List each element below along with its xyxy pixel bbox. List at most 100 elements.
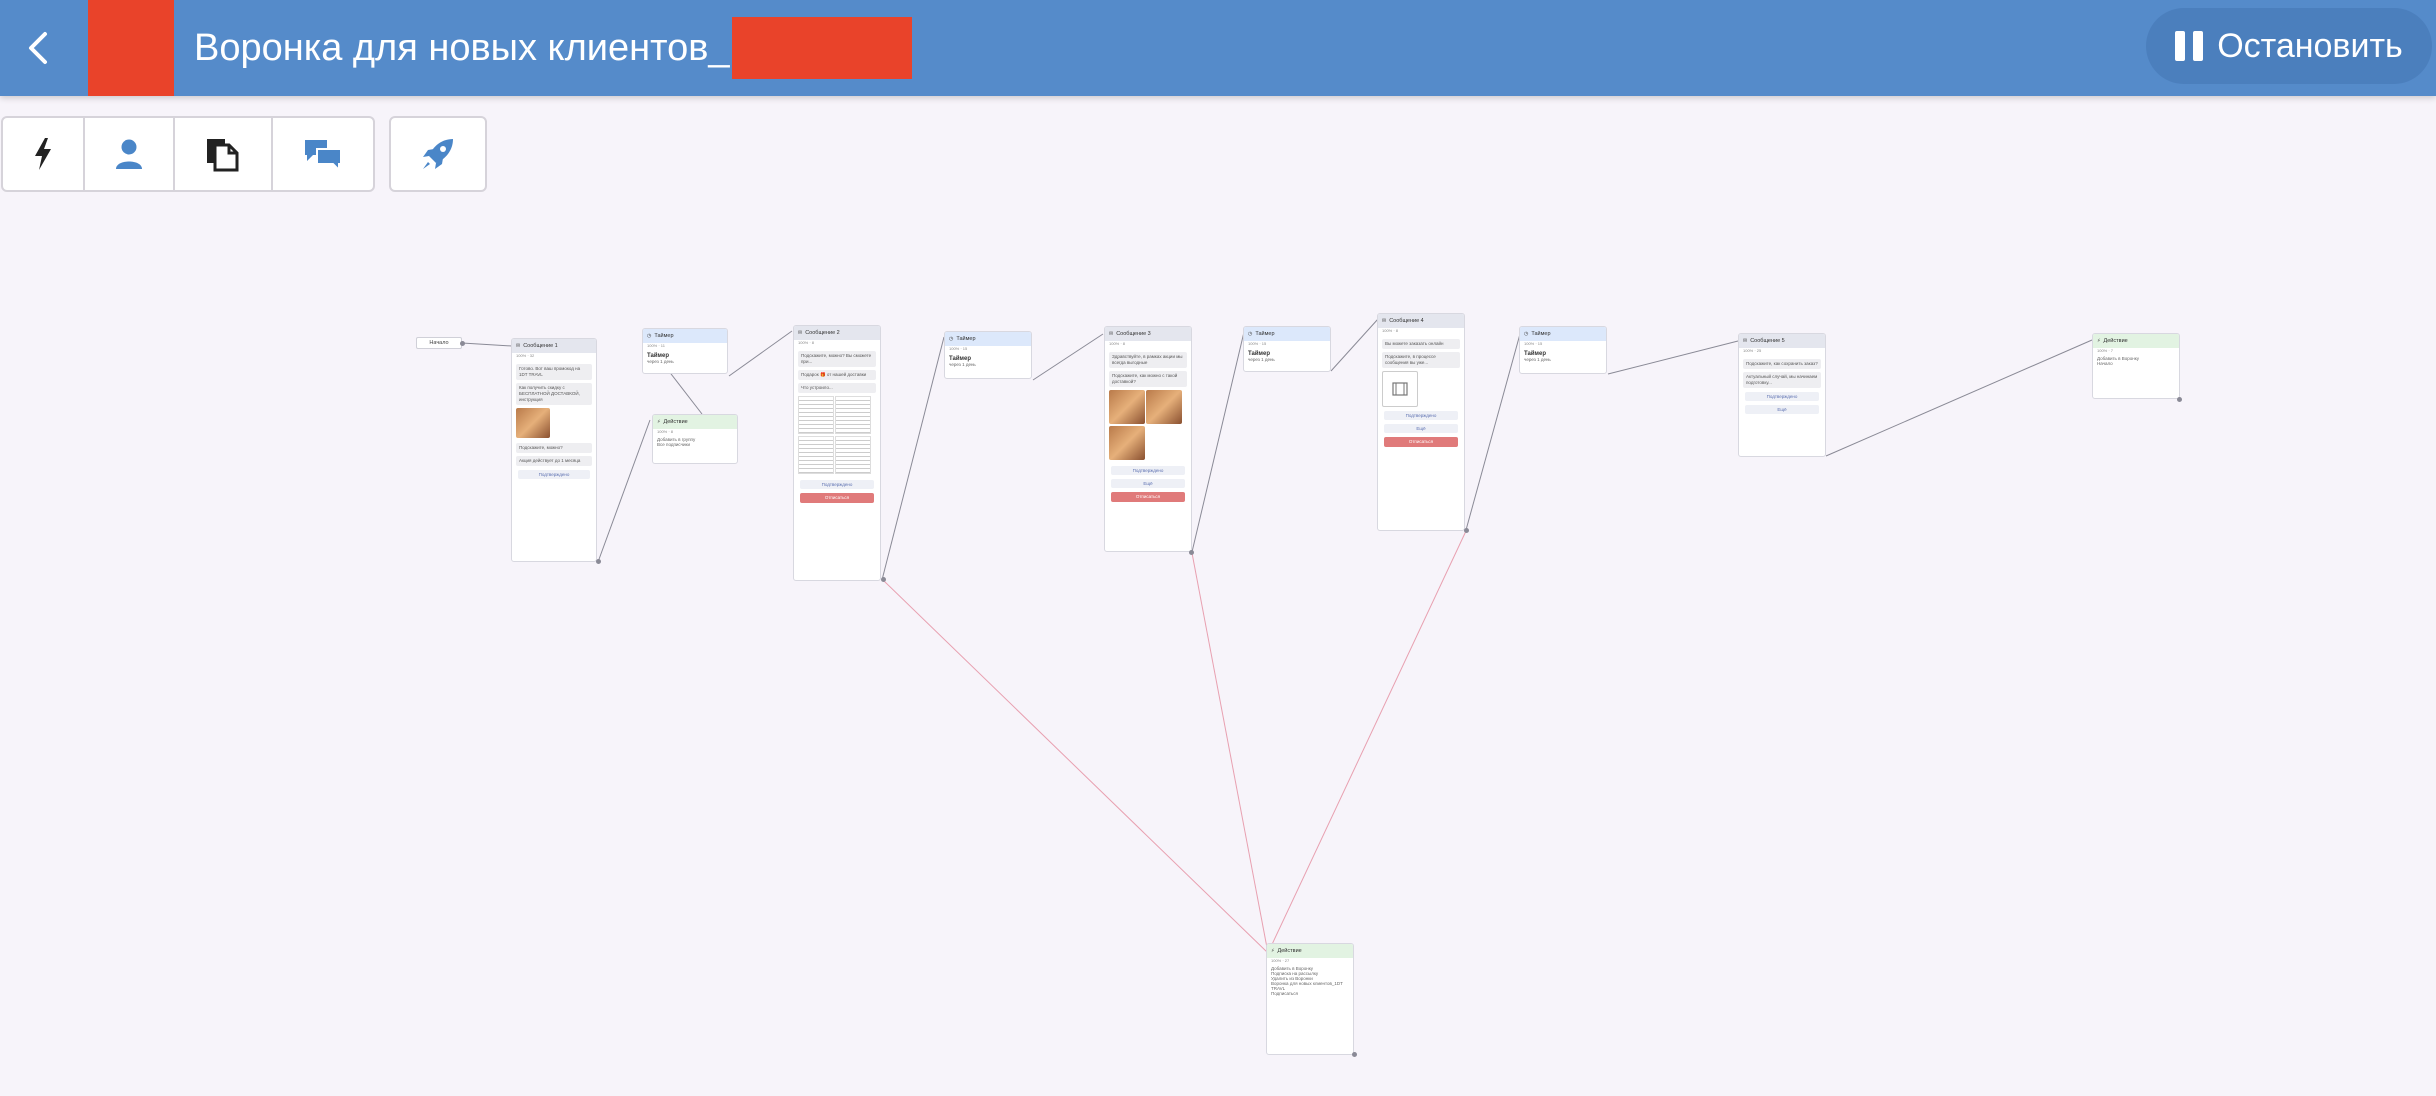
timer-delay: через 1 день [949,362,976,367]
action-text: Начало [2097,361,2113,366]
timer-node-3[interactable]: ◷ Таймер 100% · 15 Таймер через 1 день [1243,326,1331,372]
message-bubble: Готово. Вот ваш промокод на 1DT TRAVL [516,364,592,380]
message-button[interactable]: Подтверждено [1111,466,1185,475]
node-toolbar [1,116,375,192]
action-text: Все подписчики [657,442,690,447]
action-icon: ⚡ [2097,338,2101,344]
document-thumbnail [835,396,872,434]
rocket-icon [423,139,453,169]
message-button[interactable]: Подтверждено [1745,392,1819,401]
page-title: Воронка для новых клиентов_ [194,17,912,79]
message-icon: ✉ [1109,331,1114,337]
port[interactable] [1464,528,1469,533]
action-text: Подписаться [1271,991,1298,996]
node-header: ✉ Сообщение 5 [1739,334,1825,348]
start-node[interactable]: Начало [416,337,462,349]
node-title: Действие [1277,948,1302,954]
port[interactable] [1189,550,1194,555]
launch-tool[interactable] [389,116,487,192]
pause-icon [2175,31,2204,61]
action-node-2[interactable]: ⚡ Действие 100% · 7 Добавить в Воронку Н… [2092,333,2180,399]
timer-node-4[interactable]: ◷ Таймер 100% · 15 Таймер через 1 день [1519,326,1607,374]
node-header: ✉ Сообщение 1 [512,339,596,353]
port[interactable] [1352,1052,1357,1057]
message-bubble: Подскажите, как сохранить заказ? [1743,359,1821,369]
message-button[interactable]: Ещё [1384,424,1458,433]
document-thumbnail [798,436,834,474]
node-title: Сообщение 1 [523,343,558,349]
lightning-icon [35,138,51,170]
timer-node-1[interactable]: ◷ Таймер 100% · 11 Таймер через 1 день [642,328,728,374]
message-bubble: Здравствуйте, в рамках акции мы всегда в… [1109,352,1187,368]
chat-icon [305,140,342,171]
unsubscribe-button[interactable]: Отписаться [1111,492,1185,502]
message-button[interactable]: Ещё [1111,479,1185,488]
unsubscribe-button[interactable]: Отписаться [800,493,874,503]
video-thumbnail [1382,371,1418,407]
message-icon: ✉ [1382,318,1387,324]
node-title: Сообщение 4 [1389,318,1424,324]
document-thumbnail [835,436,872,474]
port[interactable] [460,341,465,346]
timer-delay: через 1 день [1524,357,1551,362]
action-text: Воронка для новых клиентов_1DT TRAVL [1271,981,1343,991]
message-bubble: Вы можете заказать онлайн [1382,339,1460,349]
message-button[interactable]: Подтверждено [1384,411,1458,420]
timer-delay: через 1 день [647,359,674,364]
node-header: ◷ Таймер [643,329,727,343]
message-icon: ✉ [516,343,521,349]
contact-tool[interactable] [85,118,175,190]
message-node-5[interactable]: ✉ Сообщение 5 100% · 25 Подскажите, как … [1738,333,1826,457]
port[interactable] [596,559,601,564]
message-bubble: Подарок 🎁 от нашей доставки [798,370,876,380]
node-title: Таймер [654,333,674,339]
film-icon [1392,382,1408,396]
message-bubble: Подскажите, можно? Вы сможете при... [798,351,876,367]
timer-delay: через 1 день [1248,357,1275,362]
timer-node-2[interactable]: ◷ Таймер 100% · 15 Таймер через 1 день [944,331,1032,379]
message-bubble: Подскажите, как можно с такой доставкой? [1109,371,1187,387]
node-header: ✉ Сообщение 3 [1105,327,1191,341]
message-bubble: Что устроило... [798,383,876,393]
message-button[interactable]: Подтверждено [518,470,590,479]
node-header: ⚡ Действие [653,415,737,429]
message-node-4[interactable]: ✉ Сообщение 4 100% · 8 Вы можете заказат… [1377,313,1465,531]
image-thumbnail [1109,426,1145,460]
message-button[interactable]: Подтверждено [800,480,874,489]
flow-canvas[interactable]: Начало ✉ Сообщение 1 100% · 32 Готово. В… [0,200,2436,1096]
message-bubble: Актуальный случай, мы начинаем подготовк… [1743,372,1821,388]
node-header: ✉ Сообщение 2 [794,326,880,340]
message-node-1[interactable]: ✉ Сообщение 1 100% · 32 Готово. Вот ваш … [511,338,597,562]
action-node-1[interactable]: ⚡ Действие 100% · 8 Добавить в группу Вс… [652,414,738,464]
node-header: ⚡ Действие [2093,334,2179,348]
message-tool[interactable] [273,118,373,190]
template-tool[interactable] [175,118,273,190]
message-bubble: Подскажите, можно? [516,443,592,453]
node-header: ⚡ Действие [1267,944,1353,958]
message-button[interactable]: Ещё [1745,405,1819,414]
clock-icon: ◷ [949,336,954,342]
image-thumbnail [1109,390,1145,424]
back-button[interactable] [14,24,62,72]
redacted-avatar [88,0,174,96]
document-icon [207,139,239,172]
person-icon [116,139,142,169]
message-node-3[interactable]: ✉ Сообщение 3 100% · 8 Здравствуйте, в р… [1104,326,1192,552]
image-thumbnail [1146,390,1183,424]
app-header: Воронка для новых клиентов_ Остановить [0,0,2436,96]
port[interactable] [881,577,886,582]
message-bubble: Как получить скидку с БЕСПЛАТНОЙ ДОСТАВК… [516,383,592,405]
action-node-3[interactable]: ⚡ Действие 100% · 27 Добавить в Воронку … [1266,943,1354,1055]
node-title: Сообщение 5 [1750,338,1785,344]
flow-edges [461,318,2093,954]
document-thumbnail [798,396,834,434]
stop-button[interactable]: Остановить [2146,8,2432,84]
clock-icon: ◷ [1248,331,1253,337]
node-header: ◷ Таймер [1520,327,1606,341]
unsubscribe-button[interactable]: Отписаться [1384,437,1458,447]
node-title: Сообщение 2 [805,330,840,336]
trigger-tool[interactable] [3,118,85,190]
port[interactable] [2177,397,2182,402]
message-bubble: Подскажите, в процессе сообщения вы уже.… [1382,352,1460,368]
message-node-2[interactable]: ✉ Сообщение 2 100% · 8 Подскажите, можно… [793,325,881,581]
